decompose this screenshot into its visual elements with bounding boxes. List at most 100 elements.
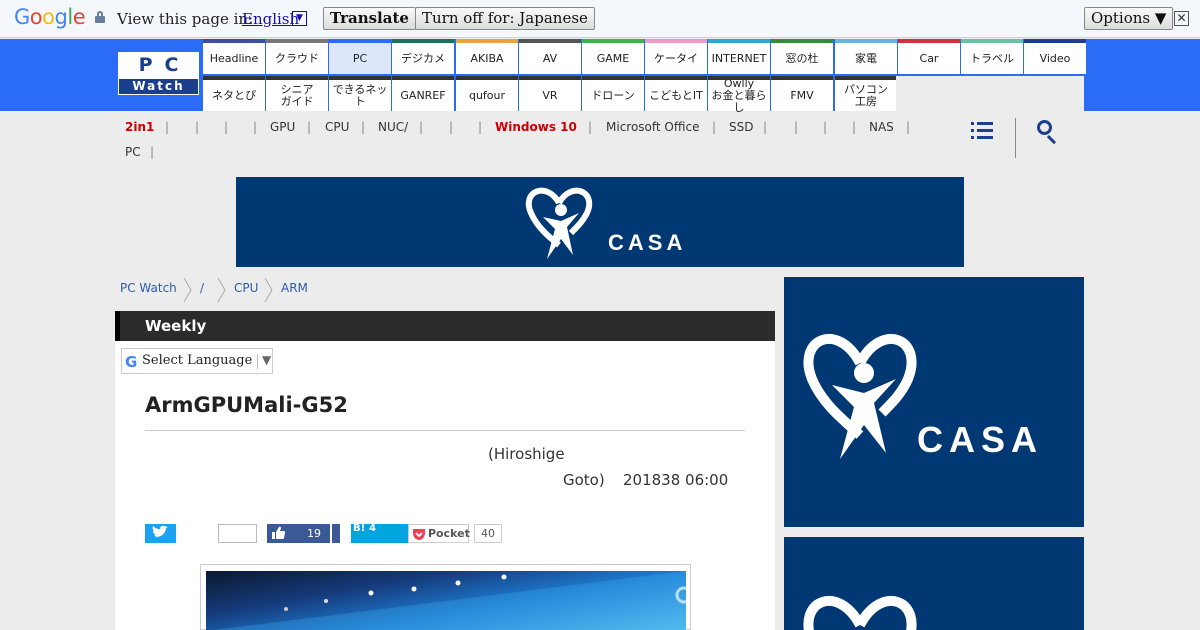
breadcrumb-chevron-icon xyxy=(264,277,273,303)
breadcrumb-chevron-icon xyxy=(217,277,226,303)
nav-item[interactable]: PC xyxy=(329,39,391,74)
nav-item[interactable]: ドローン xyxy=(582,76,644,111)
tag-link[interactable]: CPU xyxy=(325,120,349,134)
nav-item[interactable]: 家電 xyxy=(835,39,897,74)
banner-ad[interactable]: CASA xyxy=(236,177,964,267)
tag-link[interactable]: NAS xyxy=(869,120,894,134)
nav-item-label: Video xyxy=(1039,51,1071,65)
nav-item[interactable]: Owlly お金と暮らし xyxy=(708,76,770,113)
lock-icon xyxy=(95,11,105,23)
select-divider xyxy=(257,354,258,369)
nav-item[interactable]: GAME xyxy=(582,39,644,74)
pocket-button[interactable]: Pocket xyxy=(408,524,470,543)
search-icon[interactable] xyxy=(1037,120,1059,145)
nav-item[interactable]: シニア ガイド xyxy=(266,76,328,111)
tag-link[interactable]: PC xyxy=(125,145,141,159)
options-button[interactable]: Options ▼ xyxy=(1084,7,1174,30)
nav-item[interactable]: INTERNET xyxy=(708,39,770,74)
header-divider xyxy=(1015,118,1016,158)
breadcrumb-item[interactable]: ARM xyxy=(281,281,308,295)
hatena-count: 4 xyxy=(369,523,376,534)
nav-color-bar xyxy=(456,39,518,43)
tag-link[interactable]: Microsoft Office xyxy=(606,120,699,134)
breadcrumb-item[interactable]: / xyxy=(200,281,204,295)
author-name: (Hiroshige xyxy=(488,445,565,463)
pocket-count: 40 xyxy=(474,524,502,543)
language-dropdown-icon[interactable]: ▼ xyxy=(292,11,307,26)
nav-color-bar xyxy=(835,76,897,80)
tag-separator: | xyxy=(195,120,200,134)
sidebar-ad-2[interactable] xyxy=(784,537,1084,630)
nav-color-bar xyxy=(392,39,454,43)
nav-item[interactable]: ケータイ xyxy=(645,39,707,74)
tag-separator: | xyxy=(449,120,454,134)
tag-link[interactable]: Windows 10 xyxy=(495,120,577,134)
nav-item[interactable]: Headline xyxy=(203,39,265,74)
nav-item-label: 窓の杜 xyxy=(785,51,819,65)
nav-color-bar xyxy=(645,39,707,43)
tag-separator: | xyxy=(794,120,799,134)
nav-item[interactable]: GANREF xyxy=(392,76,454,111)
hatena-icon: B! xyxy=(353,523,366,534)
nav-item[interactable]: パソコン 工房 xyxy=(835,76,897,111)
nav-item-label: ネタとぴ xyxy=(212,88,256,102)
translate-bar: Google View this page in: English ▼ Tran… xyxy=(0,0,1200,38)
nav-item[interactable]: Car xyxy=(898,39,960,74)
translate-prompt: View this page in: xyxy=(117,10,254,28)
nav-item-label: ケータイ xyxy=(654,51,698,65)
article-image[interactable] xyxy=(200,564,691,630)
breadcrumb-item[interactable]: PC Watch xyxy=(120,281,177,295)
nav-item[interactable]: AV xyxy=(519,39,581,74)
nav-item-label: INTERNET xyxy=(711,51,767,65)
tag-separator: | xyxy=(906,120,911,134)
nav-item-label: AKIBA xyxy=(470,51,504,65)
nav-item[interactable]: VR xyxy=(519,76,581,111)
pocket-icon xyxy=(413,529,425,540)
tag-link[interactable]: GPU xyxy=(270,120,295,134)
tag-separator: | xyxy=(150,145,155,159)
tag-separator: | xyxy=(165,120,170,134)
site-logo[interactable]: PC Watch xyxy=(118,52,199,95)
nav-item[interactable]: クラウド xyxy=(266,39,328,74)
nav-item-label: FMV xyxy=(790,88,814,102)
stage-lights xyxy=(214,571,686,630)
breadcrumb-item[interactable]: CPU xyxy=(234,281,258,295)
nav-item[interactable]: トラベル xyxy=(961,39,1023,74)
tag-link[interactable]: NUC/ xyxy=(378,120,408,134)
nav-item[interactable]: FMV xyxy=(771,76,833,111)
nav-item[interactable]: できるネット xyxy=(329,76,391,111)
section-header: Weekly xyxy=(115,311,775,341)
nav-item[interactable]: ネタとぴ xyxy=(203,76,265,111)
nav-color-bar xyxy=(456,76,518,80)
casa-logo-icon: CASA xyxy=(525,187,682,259)
nav-item-label: Headline xyxy=(209,51,259,65)
nav-color-bar xyxy=(645,76,707,80)
language-link[interactable]: English xyxy=(242,10,299,28)
menu-icon[interactable] xyxy=(971,121,993,139)
nav-item[interactable]: デジカメ xyxy=(392,39,454,74)
turn-off-button[interactable]: Turn off for: Japanese xyxy=(415,7,595,30)
nav-item[interactable]: こどもとIT xyxy=(645,76,707,111)
tag-link[interactable]: SSD xyxy=(729,120,753,134)
article-title: ArmGPUMali-G52 xyxy=(145,393,348,417)
close-icon[interactable]: ✕ xyxy=(1174,11,1189,26)
nav-item[interactable]: qufour xyxy=(456,76,518,111)
tag-link[interactable]: 2in1 xyxy=(125,120,154,134)
nav-color-bar xyxy=(835,39,897,43)
nav-item-label: パソコン 工房 xyxy=(844,82,888,108)
nav-item[interactable]: AKIBA xyxy=(456,39,518,74)
nav-color-bar xyxy=(266,76,328,80)
nav-color-bar xyxy=(519,76,581,80)
nav-item[interactable]: 窓の杜 xyxy=(771,39,833,74)
translate-button[interactable]: Translate xyxy=(323,7,416,30)
language-select[interactable]: G Select Language ▼ xyxy=(121,348,273,374)
pocket-label: Pocket xyxy=(428,527,470,540)
facebook-like-button[interactable]: 19 xyxy=(267,524,330,543)
ad-brand-text: CASA xyxy=(917,419,1043,460)
twitter-share-button[interactable] xyxy=(145,524,176,543)
nav-item[interactable]: Video xyxy=(1024,39,1086,74)
facebook-share-end[interactable] xyxy=(332,524,340,543)
nav-item-label: AV xyxy=(542,51,558,65)
nav-item-label: ドローン xyxy=(591,88,635,102)
sidebar-ad[interactable]: CASA xyxy=(784,277,1084,527)
